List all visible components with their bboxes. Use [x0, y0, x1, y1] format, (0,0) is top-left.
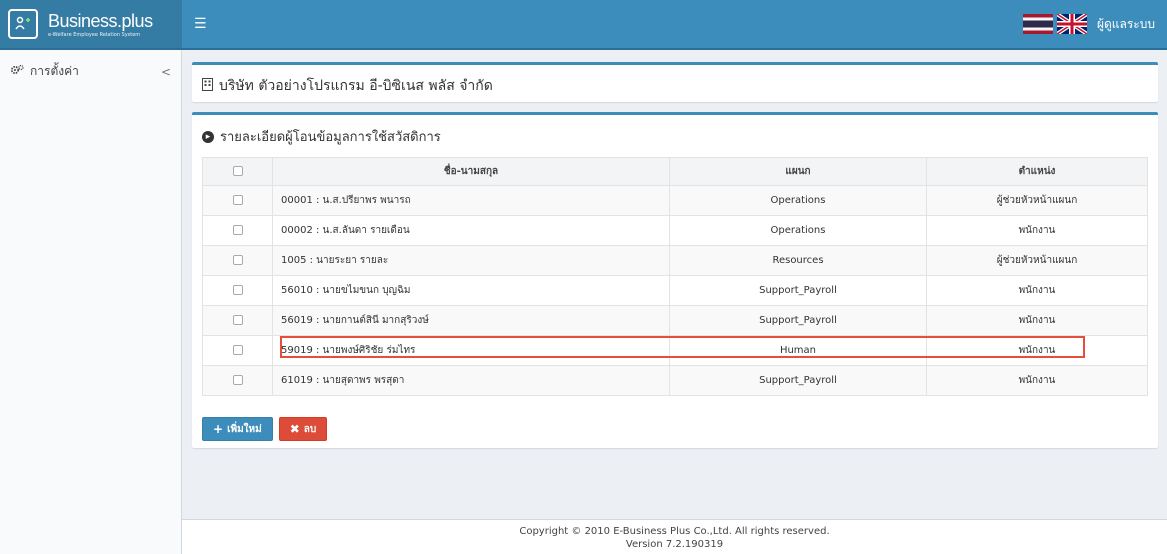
row-checkbox[interactable] — [202, 185, 273, 216]
delete-button[interactable]: ✖ ลบ — [278, 417, 328, 441]
table-row: 59019 : นายพงษ์ศิริชัย ร่มไทร Human พนัก… — [202, 335, 1148, 366]
close-icon: ✖ — [289, 422, 300, 436]
table-row: 1005 : นายระยา รายละ Resources ผู้ช่วยหั… — [202, 245, 1148, 276]
arrow-circle-right-icon: ▸ — [202, 130, 214, 143]
row-checkbox[interactable] — [202, 275, 273, 306]
employee-position: พนักงาน — [926, 335, 1148, 366]
employee-name: 1005 : นายระยา รายละ — [272, 245, 670, 276]
row-checkbox[interactable] — [202, 245, 273, 276]
sidebar: การตั้งค่า < — [0, 50, 182, 554]
employee-position: พนักงาน — [926, 215, 1148, 246]
copyright-text: Copyright © 2010 E-Business Plus Co.,Ltd… — [519, 526, 830, 537]
employee-department: Human — [669, 335, 927, 366]
sidebar-item-settings[interactable]: การตั้งค่า < — [0, 50, 181, 81]
column-header-department: แผนก — [669, 157, 927, 186]
employee-department: Resources — [669, 245, 927, 276]
row-checkbox[interactable] — [202, 335, 273, 366]
row-checkbox[interactable] — [202, 365, 273, 396]
version-text: Version 7.2.190319 — [625, 539, 724, 550]
employee-position: ผู้ช่วยหัวหน้าแผนก — [926, 245, 1148, 276]
employee-name: 00002 : น.ส.ลันดา รายเดือน — [272, 215, 670, 246]
thai-flag-icon[interactable] — [1022, 14, 1053, 34]
employee-name: 56010 : นายขไมขนก บุญฉิม — [272, 275, 670, 306]
employee-department: Support_Payroll — [669, 365, 927, 396]
table-row: 61019 : นายสุดาพร พรสุดา Support_Payroll… — [202, 365, 1148, 396]
employee-position: ผู้ช่วยหัวหน้าแผนก — [926, 185, 1148, 216]
hamburger-icon[interactable]: ☰ — [194, 16, 207, 32]
employee-name: 59019 : นายพงษ์ศิริชัย ร่มไทร — [272, 335, 670, 366]
column-header-name: ชื่อ-นามสกุล — [272, 157, 670, 186]
company-name: บริษัท ตัวอย่างโปรแกรม อี-บิซิเนส พลัส จ… — [219, 78, 493, 94]
logo-icon — [8, 9, 38, 39]
employee-table: ชื่อ-นามสกุล แผนก ตำแหน่ง 00001 : น.ส.ปร… — [202, 157, 1148, 396]
delete-label: ลบ — [303, 423, 317, 435]
employee-position: พนักงาน — [926, 275, 1148, 306]
top-navbar: Business.plus e-Welfare Employee Relatio… — [0, 0, 1167, 50]
user-menu[interactable]: ผู้ดูแลระบบ — [1097, 15, 1155, 34]
select-all-checkbox[interactable] — [202, 157, 273, 186]
brand-name: Business — [48, 10, 118, 31]
employee-department: Support_Payroll — [669, 275, 927, 306]
table-row: 56010 : นายขไมขนก บุญฉิม Support_Payroll… — [202, 275, 1148, 306]
add-new-button[interactable]: + เพิ่มใหม่ — [202, 417, 273, 441]
table-row: 56019 : นายกานต์สินี มากสุริวงษ์ Support… — [202, 305, 1148, 336]
brand-suffix: .plus — [117, 10, 153, 31]
chevron-left-icon[interactable]: < — [161, 65, 171, 79]
uk-flag-icon[interactable] — [1056, 14, 1087, 34]
gears-icon — [10, 64, 24, 79]
plus-icon: + — [213, 422, 224, 436]
company-box: บริษัท ตัวอย่างโปรแกรม อี-บิซิเนส พลัส จ… — [192, 62, 1158, 102]
employee-name: 61019 : นายสุดาพร พรสุดา — [272, 365, 670, 396]
employee-department: Operations — [669, 185, 927, 216]
column-header-position: ตำแหน่ง — [926, 157, 1148, 186]
employee-department: Support_Payroll — [669, 305, 927, 336]
employee-position: พนักงาน — [926, 365, 1148, 396]
sidebar-item-label: การตั้งค่า — [30, 64, 79, 78]
app-logo[interactable]: Business.plus e-Welfare Employee Relatio… — [0, 0, 182, 48]
panel-title: รายละเอียดผู้โอนข้อมูลการใช้สวัสดิการ — [220, 130, 441, 145]
building-icon — [202, 77, 213, 95]
row-checkbox[interactable] — [202, 215, 273, 246]
employee-position: พนักงาน — [926, 305, 1148, 336]
table-header-row: ชื่อ-นามสกุล แผนก ตำแหน่ง — [202, 157, 1148, 186]
add-new-label: เพิ่มใหม่ — [227, 423, 262, 435]
employee-name: 56019 : นายกานต์สินี มากสุริวงษ์ — [272, 305, 670, 336]
footer: Copyright © 2010 E-Business Plus Co.,Ltd… — [182, 519, 1167, 554]
table-row: 00001 : น.ส.ปรียาพร พนารถ Operations ผู้… — [202, 185, 1148, 216]
main-content: บริษัท ตัวอย่างโปรแกรม อี-บิซิเนส พลัส จ… — [182, 50, 1167, 554]
table-row: 00002 : น.ส.ลันดา รายเดือน Operations พน… — [202, 215, 1148, 246]
brand-tagline: e-Welfare Employee Relation System — [48, 31, 141, 38]
employee-department: Operations — [669, 215, 927, 246]
transfer-details-box: ▸ รายละเอียดผู้โอนข้อมูลการใช้สวัสดิการ … — [192, 112, 1158, 448]
employee-name: 00001 : น.ส.ปรียาพร พนารถ — [272, 185, 670, 216]
row-checkbox[interactable] — [202, 305, 273, 336]
